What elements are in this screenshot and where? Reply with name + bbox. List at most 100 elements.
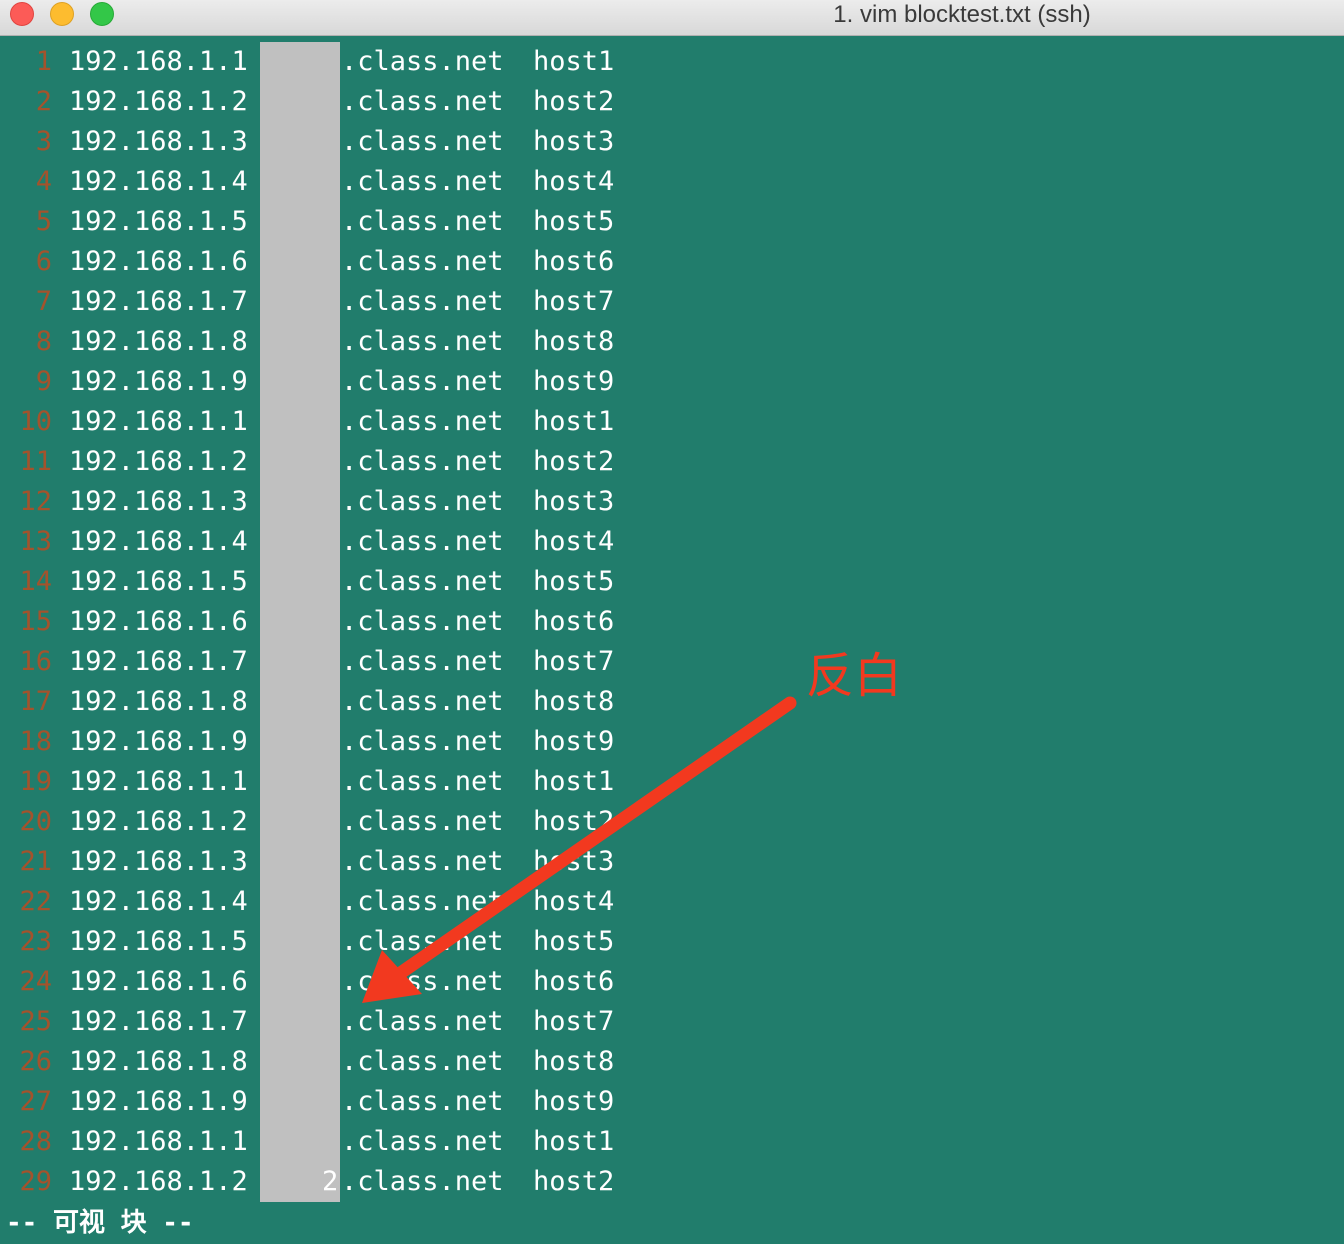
line-number: 24 [19, 966, 52, 997]
host-name: host1 [533, 766, 615, 797]
buffer-line[interactable]: 19 192.168.1.1 .class.net host1 [0, 762, 700, 802]
line-number: 11 [19, 446, 52, 477]
host-name: host1 [533, 406, 615, 437]
domain-suffix: .class.net [341, 446, 504, 477]
ip-address: 192.168.1.7 [69, 1006, 248, 1037]
host-name: host5 [533, 566, 615, 597]
buffer-line[interactable]: 13 192.168.1.4 .class.net host4 [0, 522, 700, 562]
ip-address: 192.168.1.6 [69, 606, 248, 637]
buffer-line[interactable]: 12 192.168.1.3 .class.net host3 [0, 482, 700, 522]
buffer-line[interactable]: 24 192.168.1.6 .class.net host6 [0, 962, 700, 1002]
line-number: 5 [35, 206, 52, 237]
buffer-line[interactable]: 11 192.168.1.2 .class.net host2 [0, 442, 700, 482]
domain-suffix: .class.net [341, 766, 504, 797]
line-number: 9 [35, 366, 52, 397]
buffer-line[interactable]: 8 192.168.1.8 .class.net host8 [0, 322, 700, 362]
buffer-line[interactable]: 15 192.168.1.6 .class.net host6 [0, 602, 700, 642]
host-name: host6 [533, 966, 615, 997]
buffer-line[interactable]: 14 192.168.1.5 .class.net host5 [0, 562, 700, 602]
host-name: host9 [533, 1086, 615, 1117]
buffer-line[interactable]: 20 192.168.1.2 .class.net host2 [0, 802, 700, 842]
buffer-line[interactable]: 26 192.168.1.8 .class.net host8 [0, 1042, 700, 1082]
vim-mode-indicator: -- 可视 块 -- [6, 1208, 194, 1238]
buffer-line[interactable]: 25 192.168.1.7 .class.net host7 [0, 1002, 700, 1042]
domain-suffix: .class.net [341, 246, 504, 277]
ip-address: 192.168.1.6 [69, 246, 248, 277]
ip-address: 192.168.1.5 [69, 926, 248, 957]
ip-address: 192.168.1.2 [69, 806, 248, 837]
host-name: host8 [533, 326, 615, 357]
buffer-line[interactable]: 27 192.168.1.9 .class.net host9 [0, 1082, 700, 1122]
host-name: host5 [533, 206, 615, 237]
line-number: 25 [19, 1006, 52, 1037]
domain-suffix: .class.net [341, 606, 504, 637]
buffer-line[interactable]: 1 192.168.1.1 .class.net host1 [0, 42, 700, 82]
buffer-line[interactable]: 17 192.168.1.8 .class.net host8 [0, 682, 700, 722]
line-number: 26 [19, 1046, 52, 1077]
buffer-line[interactable]: 29 192.168.1.2 .class.net host2 [0, 1162, 700, 1202]
domain-suffix: .class.net [341, 726, 504, 757]
line-number: 7 [35, 286, 52, 317]
vim-editor[interactable]: 1 192.168.1.1 .class.net host1 2 192.168.1.2.… [0, 42, 1344, 1202]
ip-address: 192.168.1.6 [69, 966, 248, 997]
ip-address: 192.168.1.1 [69, 46, 248, 77]
buffer-line[interactable]: 9 192.168.1.9 .class.net host9 [0, 362, 700, 402]
line-number: 19 [19, 766, 52, 797]
domain-suffix: .class.net [341, 166, 504, 197]
host-name: host8 [533, 1046, 615, 1077]
line-number: 1 [35, 46, 52, 77]
line-number: 2 [35, 86, 52, 117]
line-number: 13 [19, 526, 52, 557]
ip-address: 192.168.1.9 [69, 726, 248, 757]
domain-suffix: .class.net [341, 926, 504, 957]
buffer-line[interactable]: 2 192.168.1.2 .class.net host2 [0, 82, 700, 122]
domain-suffix: .class.net [341, 206, 504, 237]
ip-address: 192.168.1.1 [69, 1126, 248, 1157]
domain-suffix: .class.net [341, 326, 504, 357]
domain-suffix: .class.net [341, 526, 504, 557]
ip-address: 192.168.1.2 [69, 86, 248, 117]
buffer-line[interactable]: 16 192.168.1.7 .class.net host7 [0, 642, 700, 682]
buffer-line[interactable]: 18 192.168.1.9 .class.net host9 [0, 722, 700, 762]
host-name: host2 [533, 806, 615, 837]
buffer-line[interactable]: 28 192.168.1.1 .class.net host1 [0, 1122, 700, 1162]
domain-suffix: .class.net [341, 646, 504, 677]
host-name: host6 [533, 606, 615, 637]
ip-address: 192.168.1.8 [69, 686, 248, 717]
host-name: host9 [533, 366, 615, 397]
buffer-line[interactable]: 21 192.168.1.3 .class.net host3 [0, 842, 700, 882]
buffer-line[interactable]: 7 192.168.1.7 .class.net host7 [0, 282, 700, 322]
ip-address: 192.168.1.3 [69, 846, 248, 877]
host-name: host7 [533, 286, 615, 317]
host-name: host3 [533, 486, 615, 517]
line-number: 21 [19, 846, 52, 877]
line-number: 29 [19, 1166, 52, 1197]
line-number: 6 [35, 246, 52, 277]
ip-address: 192.168.1.9 [69, 366, 248, 397]
line-number: 23 [19, 926, 52, 957]
host-name: host1 [533, 46, 615, 77]
ip-address: 192.168.1.8 [69, 326, 248, 357]
buffer-line[interactable]: 3 192.168.1.3 .class.net host3 [0, 122, 700, 162]
domain-suffix: .class.net [341, 806, 504, 837]
ip-address: 192.168.1.3 [69, 126, 248, 157]
buffer-line[interactable]: 22 192.168.1.4 .class.net host4 [0, 882, 700, 922]
ip-address: 192.168.1.4 [69, 526, 248, 557]
buffer-line[interactable]: 6 192.168.1.6 .class.net host6 [0, 242, 700, 282]
ip-address: 192.168.1.4 [69, 886, 248, 917]
domain-suffix: .class.net [341, 1166, 504, 1197]
domain-suffix: .class.net [341, 366, 504, 397]
domain-suffix: .class.net [341, 86, 504, 117]
buffer-line[interactable]: 4 192.168.1.4 .class.net host4 [0, 162, 700, 202]
title-bar: 1. vim blocktest.txt (ssh) [0, 0, 1344, 36]
buffer-line[interactable]: 23 192.168.1.5 .class.net host5 [0, 922, 700, 962]
buffer-line[interactable]: 5 192.168.1.5 .class.net host5 [0, 202, 700, 242]
line-number: 10 [19, 406, 52, 437]
ip-address: 192.168.1.7 [69, 646, 248, 677]
ip-address: 192.168.1.1 [69, 766, 248, 797]
host-name: host4 [533, 166, 615, 197]
buffer-line[interactable]: 10 192.168.1.1 .class.net host1 [0, 402, 700, 442]
line-number: 22 [19, 886, 52, 917]
ip-address: 192.168.1.1 [69, 406, 248, 437]
host-name: host7 [533, 1006, 615, 1037]
